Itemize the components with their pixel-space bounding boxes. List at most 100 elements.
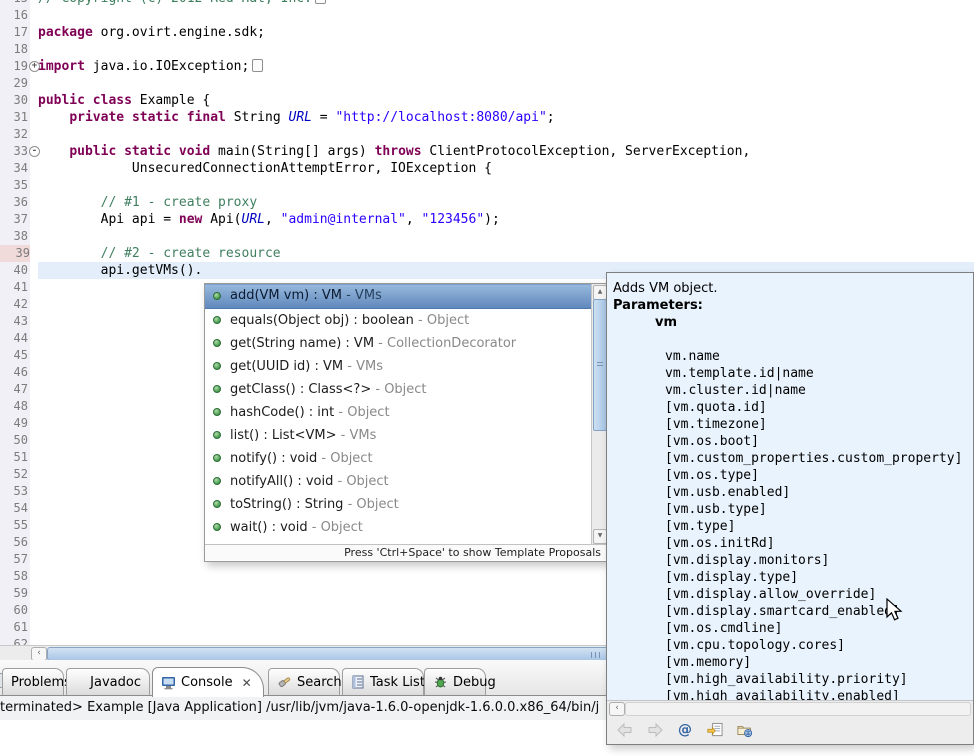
forward-icon[interactable] [647,722,663,738]
completion-item[interactable]: equals(Object obj) : boolean - Object [205,309,591,332]
scroll-up-arrow-icon[interactable]: ▲ [593,285,607,300]
line-number: 53 [0,483,28,500]
collapsed-region-icon[interactable] [252,59,263,72]
line-number: 47 [0,381,28,398]
line-number: 41 [0,279,28,296]
completion-item[interactable]: add(VM vm) : VM - VMs [205,284,591,309]
code-line[interactable]: 36 // #1 - create proxy [0,194,974,211]
public-method-icon [213,477,221,485]
close-icon[interactable]: ✕ [242,676,252,690]
completion-item[interactable]: getClass() : Class<?> - Object [205,378,591,401]
line-number: 15 [0,0,28,7]
completion-item[interactable]: get(String name) : VM - CollectionDecora… [205,332,591,355]
line-number: 29 [0,75,28,92]
tab-javadoc[interactable]: Javadoc [66,668,150,695]
code-line[interactable]: 34 UnsecuredConnectionAttemptError, IOEx… [0,160,974,177]
tab-debug[interactable]: Debug [424,668,486,695]
completion-item[interactable]: hashCode() : int - Object [205,401,591,424]
line-number: 46 [0,364,28,381]
code-line[interactable]: 32 [0,126,974,143]
javadoc-field: [vm.cpu.topology.cores] [613,637,973,654]
line-number: 34 [0,160,28,177]
javadoc-hover-panel[interactable]: Adds VM object. Parameters: vm vm.namevm… [606,272,974,745]
line-number: 39 [0,245,30,262]
open-attached-javadoc-icon[interactable] [737,722,753,738]
code-line[interactable]: 38 [0,228,974,245]
tab-label: Problems [11,670,71,695]
tab-search[interactable]: Search [268,668,340,695]
public-method-icon [213,523,221,531]
completion-signature: get(String name) : VM [230,336,374,351]
code-line[interactable]: 37 Api api = new Api(URL, "admin@interna… [0,211,974,228]
code-line[interactable]: 29 [0,75,974,92]
attach-javadoc-icon[interactable]: @ [677,722,693,738]
code-text: public class Example { [38,92,210,109]
line-number: 52 [0,466,28,483]
line-number: 35 [0,177,28,194]
completion-item[interactable]: toString() : String - Object [205,493,591,516]
completion-item[interactable]: notify() : void - Object [205,447,591,470]
tab-label: Search [297,670,342,695]
javadoc-field: vm.cluster.id|name [613,382,973,399]
content-assist-popup[interactable]: add(VM vm) : VM - VMsequals(Object obj) … [204,283,607,562]
code-line[interactable]: 31 private static final String URL = "ht… [0,109,974,126]
public-method-icon [213,454,221,462]
javadoc-field: [vm.type] [613,518,973,535]
tab-task-list[interactable]: Task List [342,668,424,695]
line-number: 50 [0,432,28,449]
line-number: 58 [0,568,28,585]
javadoc-param-fields: vm.namevm.template.id|namevm.cluster.id|… [613,348,973,700]
line-number: 16 [0,7,28,24]
template-proposals-hint: Press 'Ctrl+Space' to show Template Prop… [205,544,606,560]
show-in-javadoc-view-icon[interactable] [707,722,723,738]
line-number: 36 [0,194,28,211]
scroll-left-arrow-icon[interactable]: ‹ [609,702,625,716]
completion-item[interactable]: get(UUID id) : VM - VMs [205,355,591,378]
code-line[interactable]: 17package org.ovirt.engine.sdk; [0,24,974,41]
completion-item[interactable]: wait() : void - Object [205,516,591,539]
javadoc-field: [vm.display.smartcard_enabled] [613,603,973,620]
line-number: 48 [0,398,28,415]
popup-scroll-thumb[interactable] [593,299,607,431]
line-number: 30 [0,92,28,109]
code-line[interactable]: 15// Copyright (c) 2012 Red Hat, Inc. [0,0,974,7]
tab-label: Task List [370,670,425,695]
tab-problems[interactable]: Problems [2,668,64,695]
javadoc-field: [vm.display.allow_override] [613,586,973,603]
code-text: api.getVMs(). [38,262,202,279]
back-icon[interactable] [617,722,633,738]
completion-origin: - Object [317,451,372,466]
line-number: 43 [0,313,28,330]
tasklist-icon [351,675,365,689]
completion-signature: list() : List<VM> [230,428,337,443]
javadoc-param-name: vm [613,314,973,331]
scroll-left-arrow-icon[interactable]: ‹ [31,647,47,661]
javadoc-field: [vm.custom_properties.custom_property] [613,450,973,467]
code-text: UnsecuredConnectionAttemptError, IOExcep… [38,160,492,177]
code-line[interactable]: 18 [0,41,974,58]
scroll-down-arrow-icon[interactable]: ▼ [593,529,607,544]
completion-origin: - Object [343,497,398,512]
collapsed-region-icon[interactable] [315,0,326,4]
code-line[interactable]: 16 [0,7,974,24]
code-text: Api api = new Api(URL, "admin@internal",… [38,211,500,228]
line-number: 54 [0,500,28,517]
completion-item[interactable]: notifyAll() : void - Object [205,470,591,493]
completion-item[interactable]: list() : List<VM> - VMs [205,424,591,447]
line-number: 55 [0,517,28,534]
public-method-icon [213,431,221,439]
javadoc-field: [vm.quota.id] [613,399,973,416]
code-line[interactable]: 39 // #2 - create resource [0,245,974,262]
tab-console[interactable]: Console✕ [152,667,264,697]
javadoc-horizontal-scrollbar[interactable]: ‹ [607,700,973,716]
javadoc-hscroll-track[interactable] [625,702,971,716]
mouse-cursor [886,598,904,628]
code-line[interactable]: 30 public class Example { [0,92,974,109]
completion-origin: - VMs [337,428,377,443]
code-line[interactable]: 19+import java.io.IOException; [0,58,974,75]
line-number: 32 [0,126,28,143]
code-line[interactable]: 35 [0,177,974,194]
code-line[interactable]: 33- public static void main(String[] arg… [0,143,974,160]
popup-vertical-scrollbar[interactable]: ▲ ▼ [591,284,606,544]
completion-list[interactable]: add(VM vm) : VM - VMsequals(Object obj) … [205,284,591,544]
